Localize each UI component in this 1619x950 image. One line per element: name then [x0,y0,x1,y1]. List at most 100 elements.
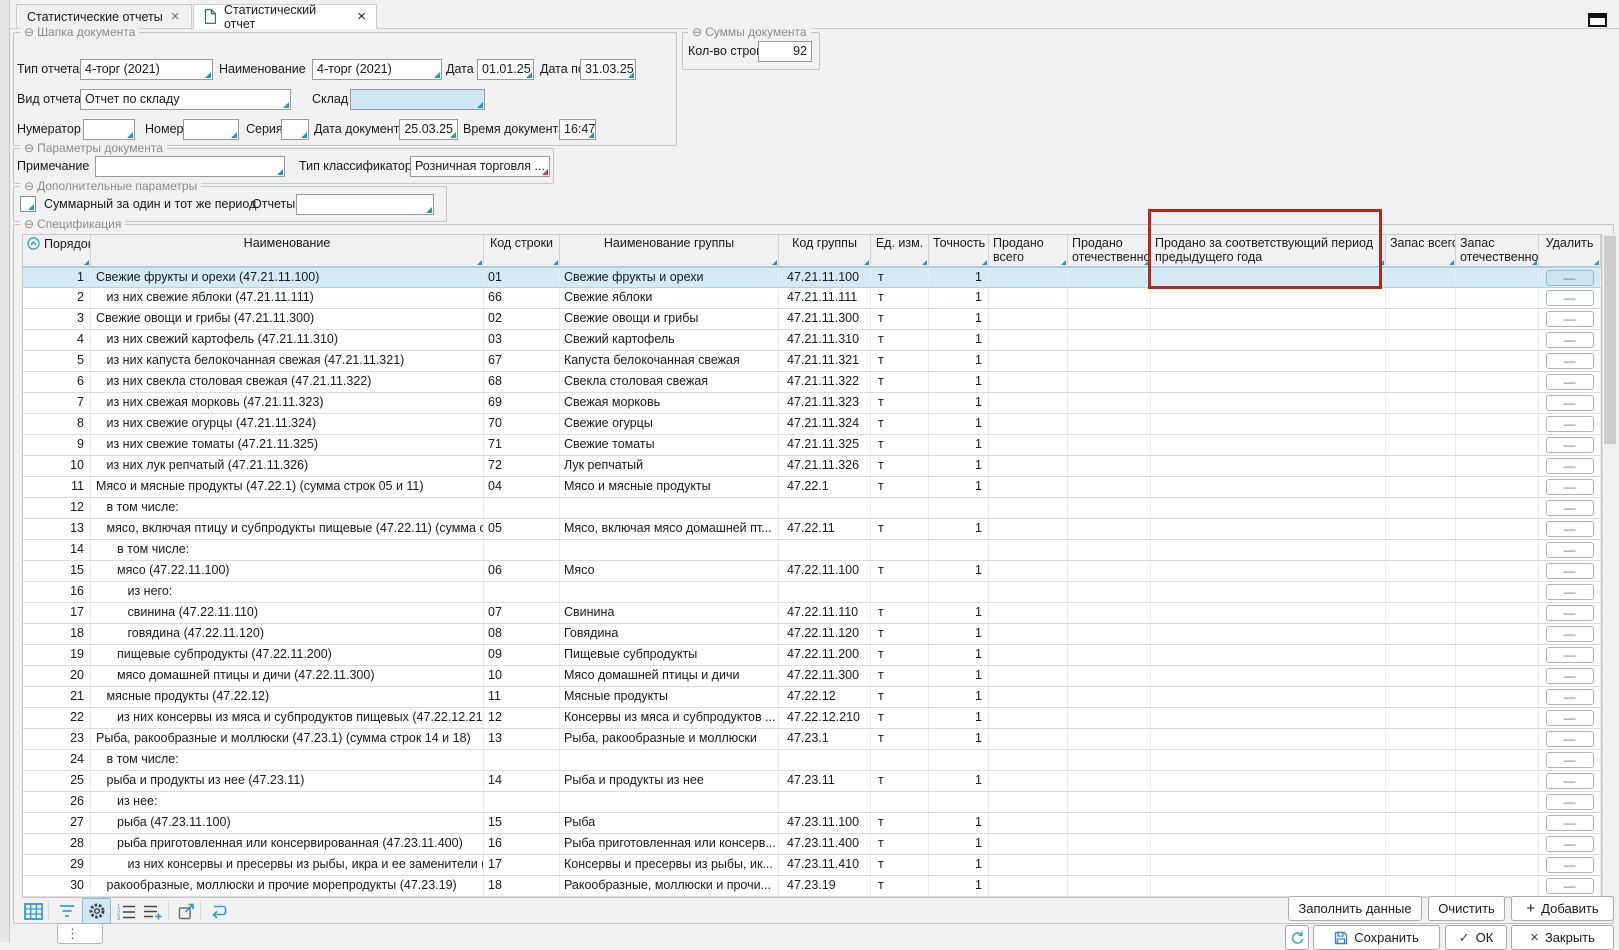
table-row[interactable]: 21мясные продукты (47.22.12)11Мясные про… [23,687,1601,708]
table-row[interactable]: 25рыба и продукты из нее (47.23.11)14Рыб… [23,771,1601,792]
table-row[interactable]: 6из них свекла столовая свежая (47.21.11… [23,372,1601,393]
filter-button[interactable] [52,898,81,924]
delete-row-button[interactable]: — [1546,689,1594,705]
delete-row-button[interactable]: — [1546,773,1594,789]
delete-row-button[interactable]: — [1546,605,1594,621]
series-field[interactable] [281,119,309,140]
scrollbar-thumb[interactable] [1604,236,1616,444]
ok-button[interactable]: ✓ОК [1445,925,1507,950]
delete-row-button[interactable]: — [1546,563,1594,579]
numbered-list-button[interactable]: 123 [112,898,141,924]
table-row[interactable]: 11Мясо и мясные продукты (47.22.1) (сумм… [23,477,1601,498]
delete-row-button[interactable]: — [1546,836,1594,852]
column-header-name[interactable]: Наименование [91,235,484,266]
more-menu-button[interactable]: ⋮ [57,923,103,944]
delete-row-button[interactable]: — [1546,395,1594,411]
delete-row-button[interactable]: — [1546,794,1594,810]
tab-statistical-report[interactable]: Статистический отчет × [193,4,377,29]
note-field[interactable] [95,156,285,177]
summary-checkbox[interactable] [20,196,36,212]
numerator-field[interactable] [83,119,135,140]
save-button[interactable]: Сохранить [1313,925,1440,950]
doc-date-field[interactable]: 25.03.25 [399,119,458,140]
add-button[interactable]: +Добавить [1511,896,1614,921]
table-row[interactable]: 15мясо (47.22.11.100)06Мясо47.22.11.100т… [23,561,1601,582]
collapse-icon[interactable]: ⊖ [24,25,34,39]
delete-row-button[interactable]: — [1546,626,1594,642]
column-header-unit[interactable]: Ед. изм. [871,235,929,266]
rows-count-field[interactable]: 92 [758,41,812,62]
delete-row-button[interactable]: — [1546,500,1594,516]
delete-row-button[interactable]: — [1546,584,1594,600]
window-maximize-icon[interactable] [1588,13,1607,27]
vertical-scrollbar[interactable] [1602,234,1617,896]
table-row[interactable]: 20мясо домашней птицы и дичи (47.22.11.3… [23,666,1601,687]
refresh-button[interactable] [1285,925,1309,950]
table-row[interactable]: 12в том числе:— [23,498,1601,519]
delete-row-button[interactable]: — [1546,374,1594,390]
delete-row-button[interactable]: — [1546,416,1594,432]
repeat-button[interactable] [204,898,233,924]
reports-field[interactable] [296,194,434,215]
delete-row-button[interactable]: — [1546,752,1594,768]
table-row[interactable]: 10из них лук репчатый (47.21.11.326)72Лу… [23,456,1601,477]
date-from-field[interactable]: 01.01.25 [477,59,534,80]
table-row[interactable]: 14в том числе:— [23,540,1601,561]
clear-button[interactable]: Очистить [1428,896,1505,921]
close-icon[interactable]: × [357,9,366,24]
close-icon[interactable]: × [171,9,180,24]
delete-row-button[interactable]: — [1546,857,1594,873]
table-row[interactable]: 28рыба приготовленная или консервированн… [23,834,1601,855]
table-row[interactable]: 18говядина (47.22.11.120)08Говядина47.22… [23,624,1601,645]
table-row[interactable]: 8из них свежие огурцы (47.21.11.324)70Св… [23,414,1601,435]
collapse-icon[interactable]: ⊖ [692,25,702,39]
table-row[interactable]: 3Свежие овощи и грибы (47.21.11.300)02Св… [23,309,1601,330]
column-header-sold-total[interactable]: Продановсего [989,235,1068,266]
column-header-group-code[interactable]: Код группы [779,235,871,266]
table-row[interactable]: 24в том числе:— [23,750,1601,771]
column-header-delete[interactable]: Удалить [1539,235,1601,266]
delete-row-button[interactable]: — [1546,878,1594,894]
report-type-field[interactable]: 4-торг (2021) [80,59,213,80]
close-button[interactable]: ×Закрыть [1511,925,1614,950]
collapse-icon[interactable]: ⊖ [24,179,34,193]
table-row[interactable]: 4из них свежий картофель (47.21.11.310)0… [23,330,1601,351]
table-row[interactable]: 7из них свежая морковь (47.21.11.323)69С… [23,393,1601,414]
column-header-group-name[interactable]: Наименование группы [560,235,779,266]
table-row[interactable]: 30ракообразные, моллюски и прочие морепр… [23,876,1601,897]
delete-row-button[interactable]: — [1546,668,1594,684]
table-row[interactable]: 19пищевые субпродукты (47.22.11.200)09Пи… [23,645,1601,666]
table-row[interactable]: 22из них консервы из мяса и субпродуктов… [23,708,1601,729]
delete-row-button[interactable]: — [1546,332,1594,348]
fill-data-button[interactable]: Заполнить данные [1288,896,1422,921]
collapse-icon[interactable]: ⊖ [24,141,34,155]
column-header-sold-domestic[interactable]: Проданоотечественног [1068,235,1151,266]
table-grid-button[interactable] [19,898,48,924]
number-field[interactable] [183,119,239,140]
delete-row-button[interactable]: — [1546,353,1594,369]
delete-row-button[interactable]: — [1546,731,1594,747]
name-field[interactable]: 4-торг (2021) [312,59,442,80]
report-kind-field[interactable]: Отчет по складу [80,89,291,110]
table-row[interactable]: 27рыба (47.23.11.100)15Рыба47.23.11.100т… [23,813,1601,834]
table-row[interactable]: 29из них консервы и пресервы из рыбы, ик… [23,855,1601,876]
settings-button[interactable] [82,898,111,924]
collapse-icon[interactable]: ⊖ [24,217,34,231]
delete-row-button[interactable]: — [1546,521,1594,537]
table-row[interactable]: 23Рыба, ракообразные и моллюски (47.23.1… [23,729,1601,750]
table-row[interactable]: 1Свежие фрукты и орехи (47.21.11.100)01С… [23,267,1601,288]
warehouse-field[interactable] [350,89,485,110]
column-header-sold-prev-period[interactable]: Продано за соответствующий периодпредыду… [1151,235,1386,266]
delete-row-button[interactable]: — [1546,710,1594,726]
column-header-line-code[interactable]: Код строки [484,235,560,266]
open-external-button[interactable] [172,898,201,924]
table-row[interactable]: 16из него:— [23,582,1601,603]
date-to-field[interactable]: 31.03.25 [580,59,636,80]
delete-row-button[interactable]: — [1546,542,1594,558]
delete-row-button[interactable]: — [1546,458,1594,474]
delete-row-button[interactable]: — [1546,437,1594,453]
table-row[interactable]: 2из них свежие яблоки (47.21.11.111)66Св… [23,288,1601,309]
table-row[interactable]: 26из нее:— [23,792,1601,813]
table-row[interactable]: 5из них капуста белокочанная свежая (47.… [23,351,1601,372]
delete-row-button[interactable]: — [1546,479,1594,495]
